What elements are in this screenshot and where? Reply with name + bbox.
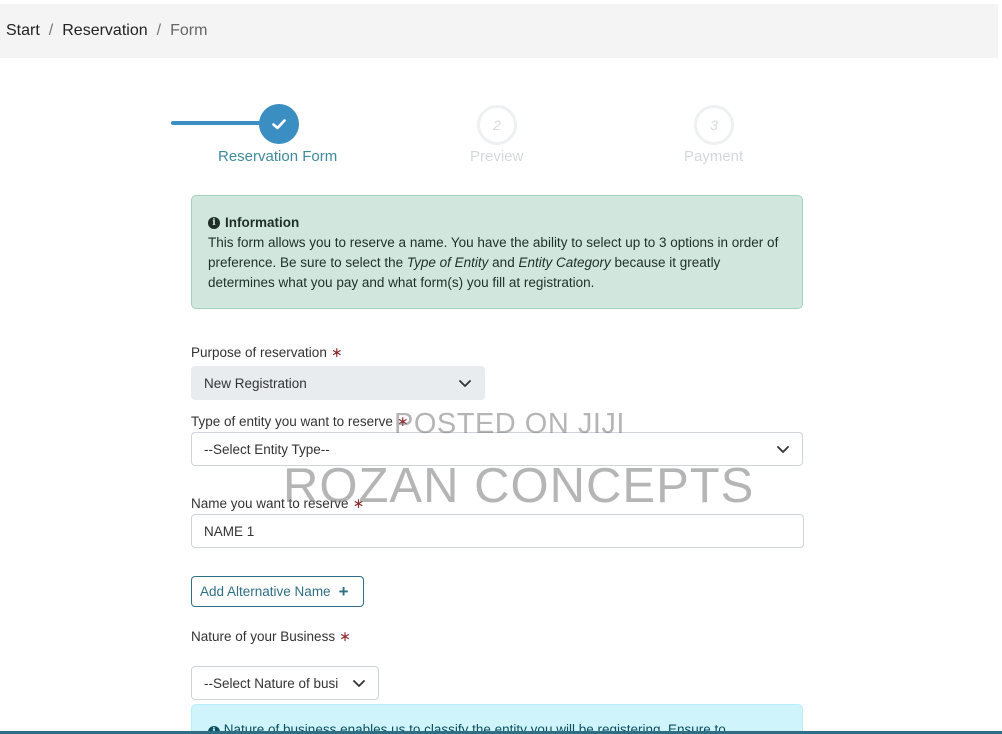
required-asterisk: ∗ — [352, 495, 365, 511]
nature-label: Nature of your Business ∗ — [191, 628, 351, 645]
chevron-down-icon — [459, 380, 471, 387]
step-2-label: Preview — [470, 148, 524, 165]
step-progress-line — [171, 121, 261, 125]
purpose-select[interactable]: New Registration — [191, 366, 485, 400]
name-label-text: Name you want to reserve — [191, 496, 349, 511]
step-1-label: Reservation Form — [218, 148, 338, 165]
required-asterisk: ∗ — [330, 344, 343, 360]
required-asterisk: ∗ — [339, 628, 351, 644]
purpose-label: Purpose of reservation ∗ — [191, 344, 343, 361]
plus-icon: + — [338, 582, 349, 601]
entity-type-label: Type of entity you want to reserve ∗ — [191, 413, 409, 430]
chevron-down-icon — [777, 446, 789, 453]
chevron-down-icon — [353, 680, 365, 687]
information-alert: i Information This form allows you to re… — [191, 195, 803, 309]
info-circle-icon: i — [208, 217, 220, 229]
name-input-value: NAME 1 — [204, 523, 255, 539]
name-input[interactable]: NAME 1 — [191, 514, 804, 548]
nature-label-text: Nature of your Business — [191, 629, 336, 644]
info-emphasis-entity-category: Entity Category — [518, 255, 611, 270]
checkmark-icon — [272, 119, 286, 130]
step-2-indicator: 2 — [477, 105, 517, 145]
step-1-completed — [259, 104, 299, 144]
add-alternative-name-button[interactable]: Add Alternative Name + — [191, 576, 364, 607]
nature-select-value: --Select Nature of busi — [204, 675, 339, 691]
purpose-label-text: Purpose of reservation — [191, 345, 327, 360]
required-asterisk: ∗ — [396, 413, 409, 429]
information-alert-title: i Information — [208, 213, 786, 233]
name-label: Name you want to reserve ∗ — [191, 495, 364, 512]
entity-type-label-text: Type of entity you want to reserve — [191, 414, 393, 429]
purpose-select-value: New Registration — [204, 375, 307, 391]
step-3-indicator: 3 — [694, 105, 734, 145]
nature-info-alert: i Nature of business enables us to class… — [191, 704, 803, 734]
info-text-part: and — [488, 255, 519, 270]
progress-stepper: 2 3 Reservation Form Preview Payment — [0, 0, 1002, 180]
information-title-text: Information — [225, 215, 300, 230]
entity-type-select[interactable]: --Select Entity Type-- — [191, 432, 803, 466]
step-3-label: Payment — [684, 148, 744, 165]
nature-of-business-select[interactable]: --Select Nature of busi — [191, 666, 379, 700]
add-alternative-name-label: Add Alternative Name — [200, 584, 331, 599]
info-emphasis-entity-type: Type of Entity — [406, 255, 489, 270]
information-alert-body: This form allows you to reserve a name. … — [208, 233, 786, 293]
entity-type-select-value: --Select Entity Type-- — [204, 441, 330, 457]
